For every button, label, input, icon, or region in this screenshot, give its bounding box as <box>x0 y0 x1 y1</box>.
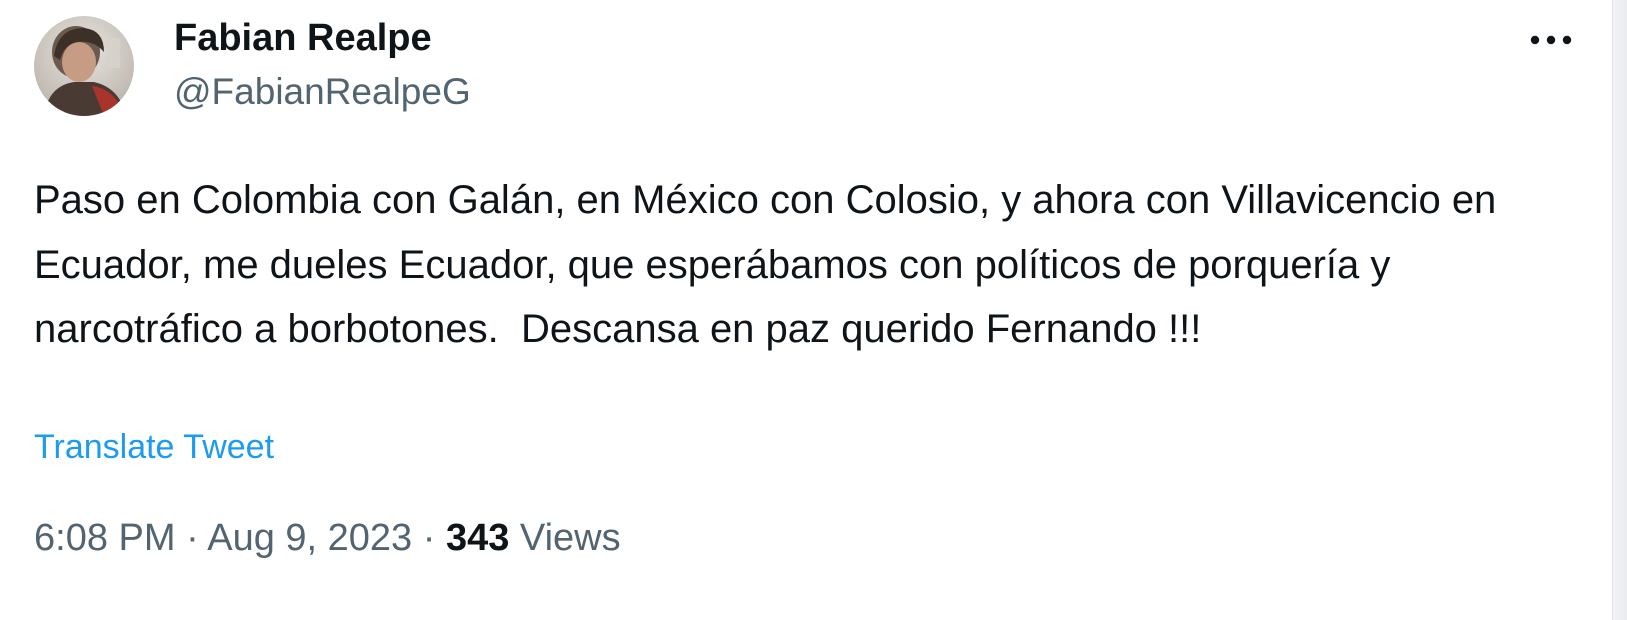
avatar[interactable] <box>34 16 134 116</box>
display-name[interactable]: Fabian Realpe <box>174 14 432 62</box>
views-label[interactable]: Views <box>509 517 621 559</box>
profile-photo-icon <box>34 16 134 116</box>
meta-separator: · <box>412 517 446 559</box>
tweet-text: Paso en Colombia con Galán, en México co… <box>34 178 1508 351</box>
views-count[interactable]: 343 <box>446 517 509 559</box>
more-options-button[interactable] <box>1518 20 1584 60</box>
meta-separator: · <box>175 517 208 559</box>
more-horizontal-icon <box>1530 35 1572 45</box>
user-handle[interactable]: @FabianRealpeG <box>174 68 471 116</box>
tweet-time[interactable]: 6:08 PM <box>34 517 176 559</box>
tweet-date[interactable]: Aug 9, 2023 <box>207 517 412 559</box>
translate-tweet-link[interactable]: Translate Tweet <box>34 424 274 470</box>
tweet-card: Fabian Realpe @FabianRealpeG Paso en Col… <box>0 0 1627 620</box>
window-edge <box>1612 0 1627 620</box>
tweet-metadata: 6:08 PM · Aug 9, 2023 · 343 Views <box>34 514 621 562</box>
